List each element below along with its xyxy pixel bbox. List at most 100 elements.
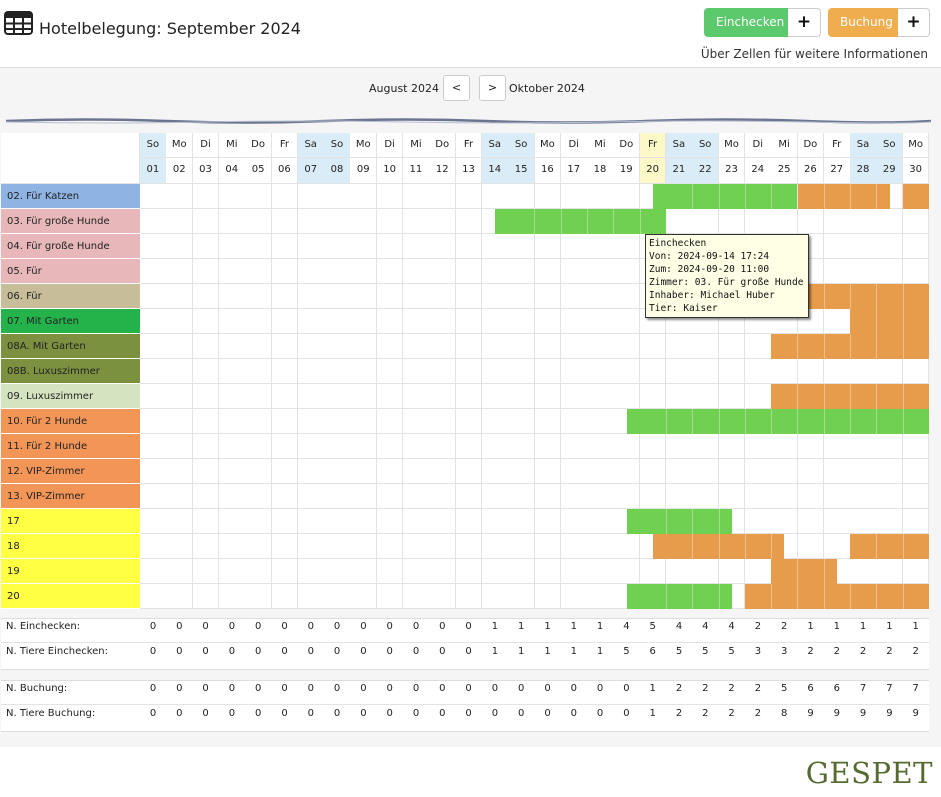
checkin-bar[interactable] [626,509,732,534]
occupancy-cell[interactable] [744,384,772,409]
occupancy-cell[interactable] [140,459,167,484]
occupancy-cell[interactable] [166,509,194,534]
room-label[interactable]: 12. VIP-Zimmer [1,459,140,484]
occupancy-cell[interactable] [455,559,483,584]
occupancy-cell[interactable] [481,559,509,584]
occupancy-cell[interactable] [771,434,798,459]
occupancy-cell[interactable] [297,234,325,259]
occupancy-cell[interactable] [140,534,167,559]
occupancy-cell[interactable] [297,184,325,209]
booking-bar[interactable] [797,284,930,309]
occupancy-cell[interactable] [218,309,246,334]
occupancy-cell[interactable] [639,384,667,409]
occupancy-cell[interactable] [271,559,299,584]
occupancy-cell[interactable] [245,209,272,234]
occupancy-cell[interactable] [350,509,378,534]
occupancy-cell[interactable] [613,259,641,284]
occupancy-cell[interactable] [324,584,351,609]
occupancy-cell[interactable] [192,434,220,459]
room-label[interactable]: 18 [1,534,140,559]
occupancy-cell[interactable] [455,409,483,434]
occupancy-cell[interactable] [613,284,641,309]
occupancy-cell[interactable] [508,284,535,309]
occupancy-cell[interactable] [534,359,562,384]
occupancy-cell[interactable] [560,309,588,334]
occupancy-cell[interactable] [534,534,562,559]
occupancy-cell[interactable] [534,334,562,359]
occupancy-cell[interactable] [166,284,194,309]
occupancy-cell[interactable] [271,209,299,234]
occupancy-cell[interactable] [376,184,404,209]
occupancy-cell[interactable] [876,509,904,534]
occupancy-cell[interactable] [481,434,509,459]
occupancy-cell[interactable] [534,584,562,609]
occupancy-cell[interactable] [166,359,194,384]
occupancy-cell[interactable] [403,359,430,384]
occupancy-cell[interactable] [666,434,693,459]
occupancy-cell[interactable] [403,384,430,409]
occupancy-cell[interactable] [613,434,641,459]
occupancy-cell[interactable] [297,434,325,459]
occupancy-cell[interactable] [297,334,325,359]
occupancy-cell[interactable] [324,384,351,409]
occupancy-cell[interactable] [850,209,877,234]
occupancy-cell[interactable] [560,384,588,409]
occupancy-cell[interactable] [534,459,562,484]
occupancy-cell[interactable] [245,409,272,434]
occupancy-cell[interactable] [613,234,641,259]
occupancy-cell[interactable] [140,484,167,509]
occupancy-cell[interactable] [850,234,877,259]
occupancy-cell[interactable] [902,234,930,259]
occupancy-cell[interactable] [666,209,693,234]
occupancy-cell[interactable] [140,384,167,409]
occupancy-cell[interactable] [297,534,325,559]
occupancy-cell[interactable] [192,559,220,584]
occupancy-cell[interactable] [587,359,614,384]
occupancy-cell[interactable] [166,259,194,284]
occupancy-cell[interactable] [560,284,588,309]
occupancy-cell[interactable] [376,234,404,259]
occupancy-cell[interactable] [218,559,246,584]
occupancy-cell[interactable] [297,409,325,434]
occupancy-cell[interactable] [587,509,614,534]
occupancy-cell[interactable] [876,259,904,284]
occupancy-cell[interactable] [297,509,325,534]
occupancy-cell[interactable] [876,359,904,384]
occupancy-cell[interactable] [218,209,246,234]
room-label[interactable]: 06. Für Langzeitaufenthalte [1,284,140,327]
occupancy-cell[interactable] [218,234,246,259]
occupancy-cell[interactable] [376,584,404,609]
occupancy-cell[interactable] [481,509,509,534]
occupancy-cell[interactable] [560,534,588,559]
occupancy-cell[interactable] [508,534,535,559]
occupancy-cell[interactable] [876,234,904,259]
occupancy-cell[interactable] [324,359,351,384]
occupancy-cell[interactable] [692,209,720,234]
occupancy-cell[interactable] [797,359,825,384]
occupancy-cell[interactable] [166,559,194,584]
room-label[interactable]: 08A. Mit Garten [1,334,140,359]
occupancy-cell[interactable] [429,359,457,384]
booking-bar[interactable] [771,559,837,584]
occupancy-cell[interactable] [797,209,825,234]
occupancy-cell[interactable] [718,209,746,234]
occupancy-cell[interactable] [587,559,614,584]
occupancy-cell[interactable] [271,234,299,259]
occupancy-cell[interactable] [455,484,483,509]
occupancy-cell[interactable] [534,384,562,409]
occupancy-cell[interactable] [403,259,430,284]
occupancy-cell[interactable] [587,259,614,284]
occupancy-cell[interactable] [560,234,588,259]
occupancy-cell[interactable] [403,334,430,359]
occupancy-cell[interactable] [140,434,167,459]
occupancy-cell[interactable] [613,534,641,559]
occupancy-cell[interactable] [823,259,851,284]
occupancy-cell[interactable] [271,434,299,459]
occupancy-cell[interactable] [902,209,930,234]
occupancy-cell[interactable] [245,334,272,359]
occupancy-cell[interactable] [850,484,877,509]
occupancy-cell[interactable] [192,584,220,609]
room-label[interactable]: 13. VIP-Zimmer [1,484,140,509]
occupancy-cell[interactable] [718,359,746,384]
occupancy-cell[interactable] [429,209,457,234]
